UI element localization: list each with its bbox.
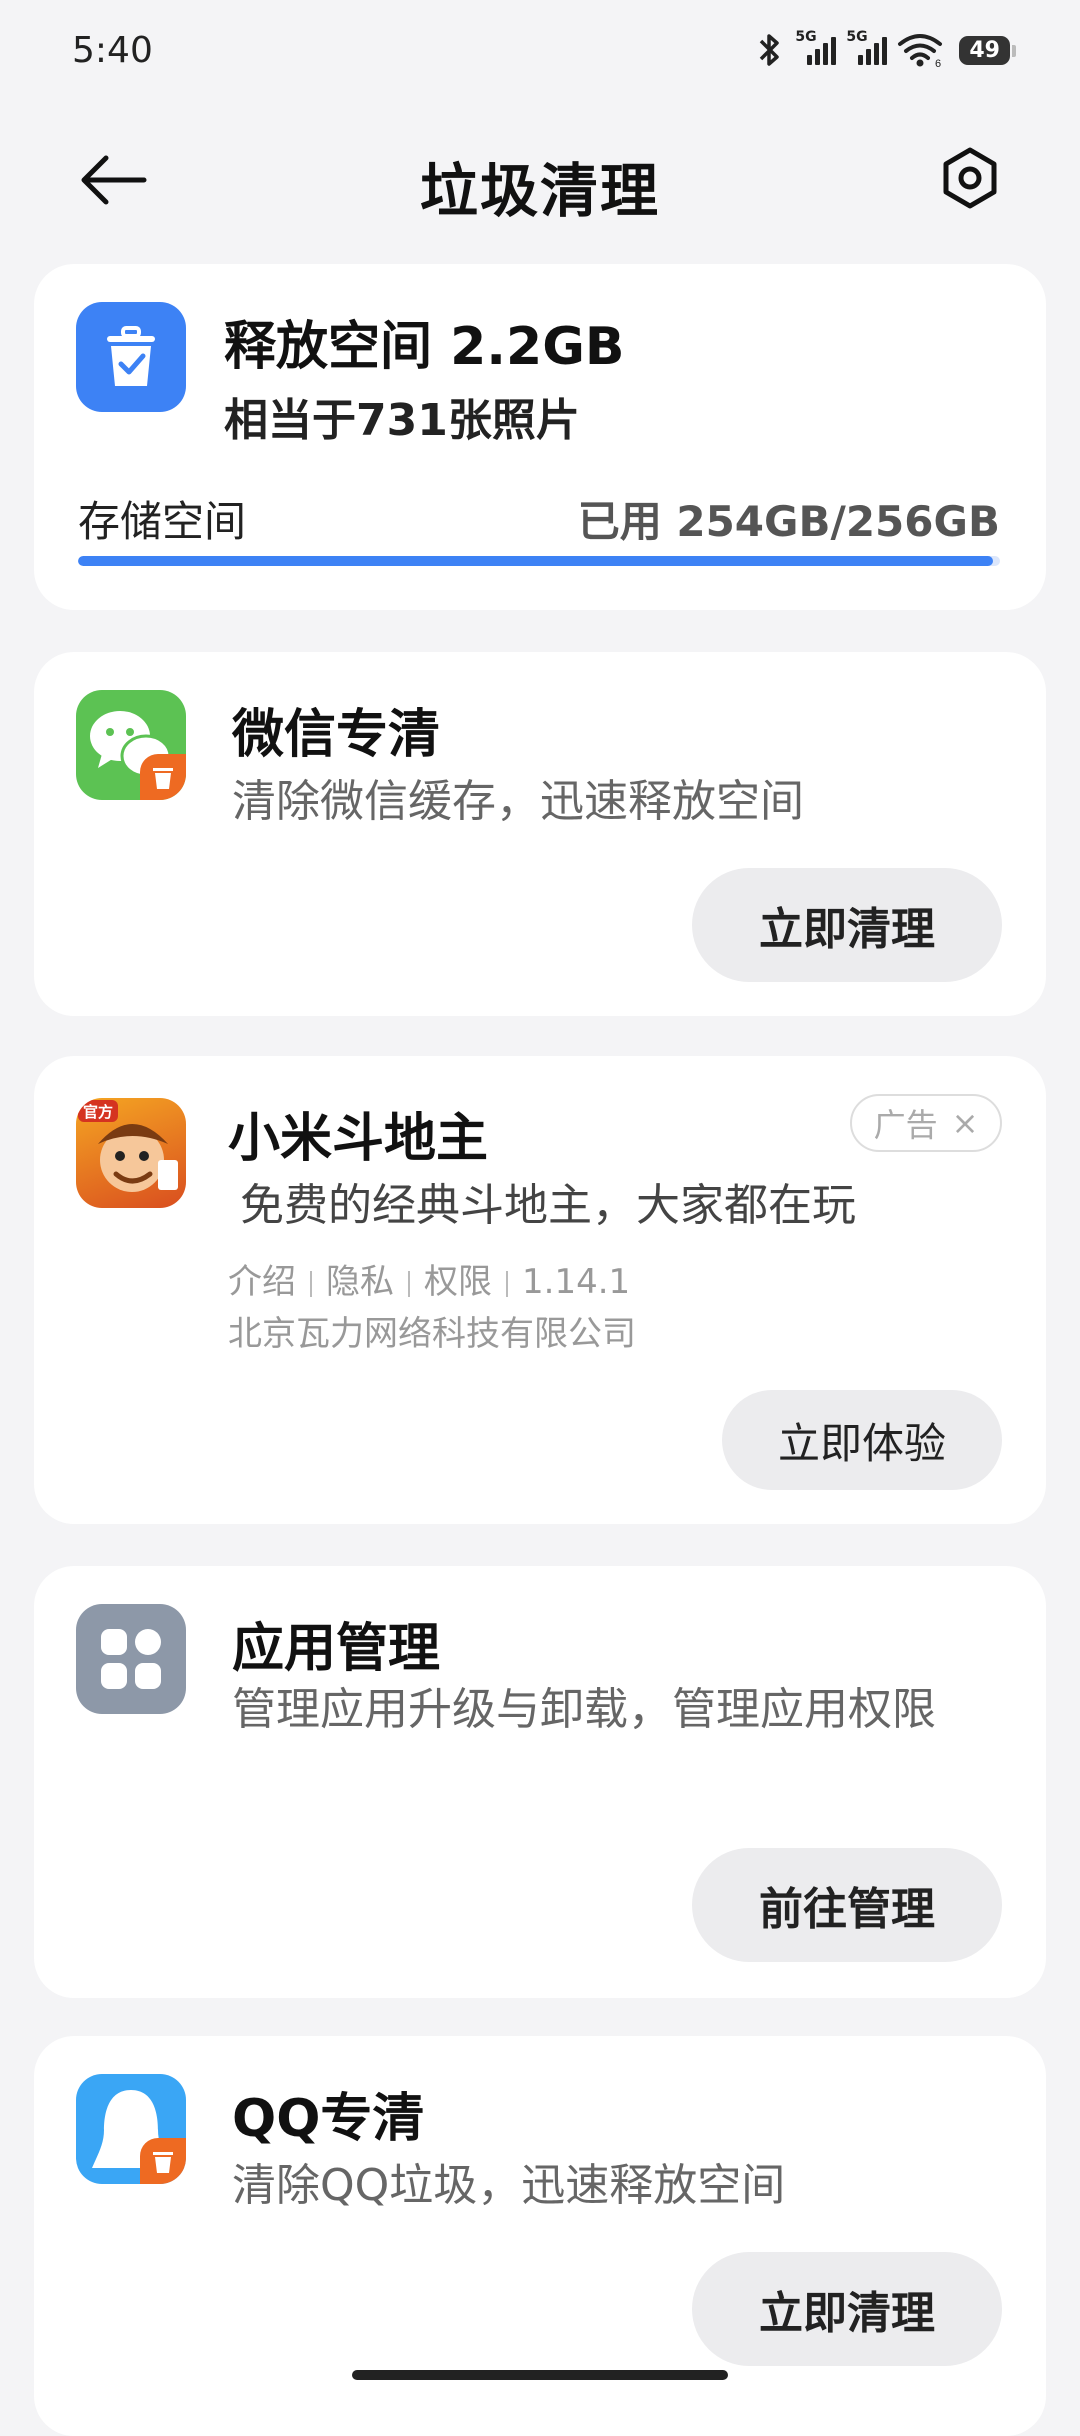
trash-check-icon [107, 326, 155, 386]
ad-link-permissions[interactable]: 权限 [424, 1262, 492, 1302]
app-grid-icon [101, 1629, 161, 1689]
bluetooth-icon [760, 34, 780, 66]
storage-progress-bar [78, 556, 1000, 566]
ad-badge[interactable]: 广告 × [850, 1094, 1002, 1152]
app-management-card[interactable]: 应用管理 管理应用升级与卸载，管理应用权限 前往管理 [34, 1566, 1046, 1998]
divider [408, 1270, 410, 1297]
storage-used-label: 已用 254GB/256GB [577, 497, 1000, 546]
wechat-card-description: 清除微信缓存，迅速释放空间 [232, 776, 804, 827]
try-now-button[interactable]: 立即体验 [722, 1390, 1002, 1490]
ad-badge-label: 广告 [873, 1106, 938, 1144]
settings-button[interactable] [936, 144, 1004, 212]
ad-version: 1.14.1 [522, 1262, 631, 1302]
page-title: 垃圾清理 [419, 157, 660, 225]
signal-icon-sim1: 5G [795, 29, 837, 65]
photo-equivalent-label: 相当于731张照片 [224, 395, 580, 446]
status-icons: 5G 5G 6 49 [755, 29, 1016, 68]
battery-indicator: 49 [959, 35, 1016, 65]
game-character-icon: 官方 [78, 1100, 178, 1192]
ad-card-description: 免费的经典斗地主，大家都在玩 [240, 1180, 856, 1231]
divider [506, 1270, 508, 1297]
qq-app-icon [76, 2074, 186, 2184]
qq-card-title: QQ专清 [232, 2089, 425, 2149]
wechat-card-title: 微信专清 [232, 705, 441, 765]
ad-link-privacy[interactable]: 隐私 [326, 1262, 394, 1302]
app-management-description: 管理应用升级与卸载，管理应用权限 [232, 1684, 936, 1735]
ad-close-icon[interactable]: × [952, 1104, 979, 1142]
gear-icon [943, 147, 997, 209]
network-tag-1: 5G [795, 29, 817, 45]
go-manage-button[interactable]: 前往管理 [692, 1848, 1002, 1962]
storage-space-label: 存储空间 [78, 497, 247, 546]
storage-app-icon [76, 302, 186, 412]
home-indicator[interactable] [352, 2370, 728, 2380]
ad-meta-links: 介绍 隐私 权限 1.14.1 [228, 1254, 630, 1303]
ad-developer: 北京瓦力网络科技有限公司 [228, 1314, 636, 1354]
wifi-icon: 6 [898, 34, 943, 68]
doudizhu-app-icon: 官方 [76, 1098, 186, 1208]
wechat-clean-button[interactable]: 立即清理 [692, 868, 1002, 982]
status-bar: 5:40 5G 5G 6 49 [0, 0, 1080, 100]
ad-link-intro[interactable]: 介绍 [228, 1262, 296, 1302]
qq-card-description: 清除QQ垃圾，迅速释放空间 [232, 2160, 786, 2211]
qq-clean-button[interactable]: 立即清理 [692, 2252, 1002, 2366]
wechat-app-icon [76, 690, 186, 800]
header: 垃圾清理 [0, 120, 1080, 240]
trash-badge-icon [140, 2138, 186, 2184]
official-label: 官方 [83, 1103, 113, 1121]
divider [310, 1270, 312, 1297]
network-tag-2: 5G [846, 29, 868, 45]
app-management-title: 应用管理 [232, 1619, 441, 1679]
status-time: 5:40 [72, 29, 153, 71]
storage-progress-fill [78, 556, 993, 566]
wechat-clean-card[interactable]: 微信专清 清除微信缓存，迅速释放空间 立即清理 [34, 652, 1046, 1016]
signal-icon-sim2: 5G [846, 29, 888, 65]
release-space-label: 释放空间 2.2GB [224, 317, 625, 377]
wifi-tag: 6 [935, 58, 941, 68]
app-management-icon [76, 1604, 186, 1714]
ad-card-title: 小米斗地主 [228, 1109, 489, 1169]
storage-card: 释放空间 2.2GB 相当于731张照片 存储空间 已用 254GB/256GB [34, 264, 1046, 610]
ad-card[interactable]: 官方 小米斗地主 广告 × 免费的经典斗地主，大家都在玩 介绍 隐私 权限 1.14.… [34, 1056, 1046, 1524]
trash-badge-icon [140, 754, 186, 800]
